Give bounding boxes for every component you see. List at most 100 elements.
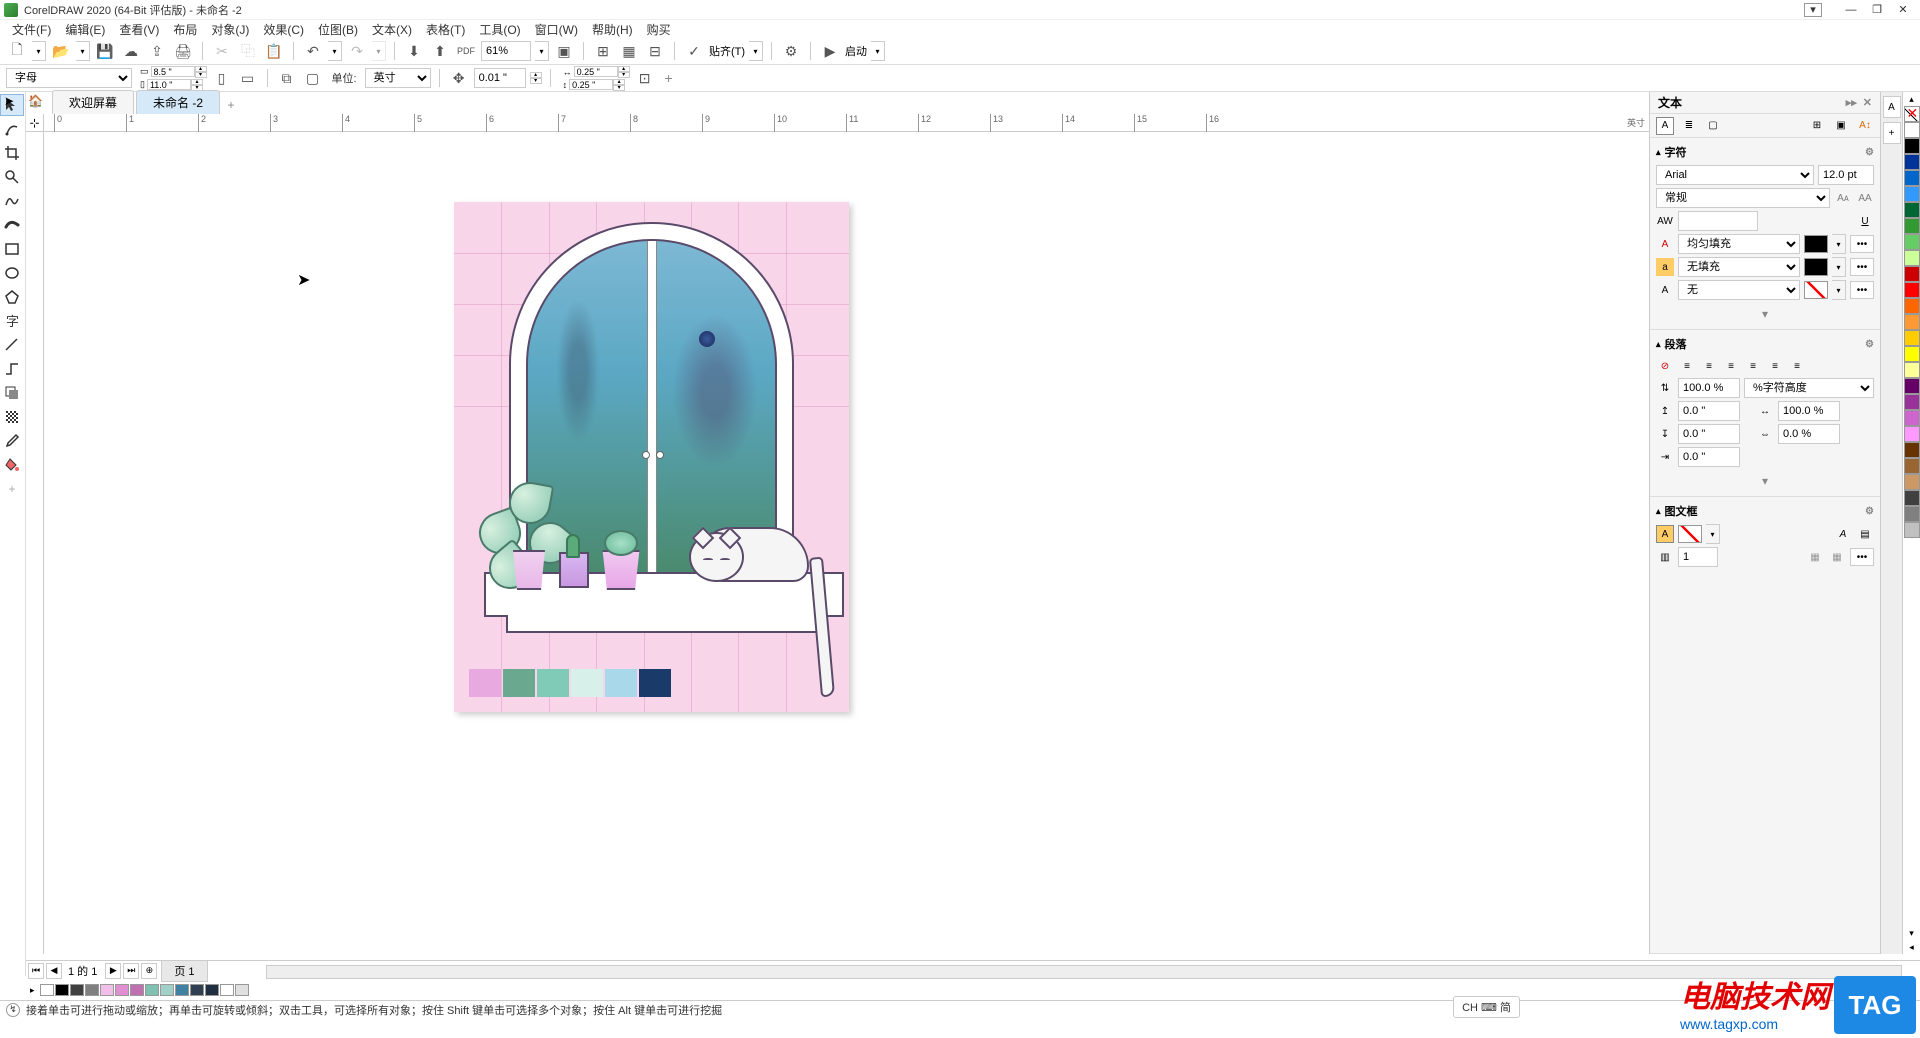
snap-label[interactable]: 贴齐(T): [709, 43, 745, 59]
char-fill-more[interactable]: •••: [1850, 235, 1874, 253]
freehand-tool[interactable]: [0, 190, 24, 212]
menu-view[interactable]: 查看(V): [113, 20, 165, 39]
palette-color[interactable]: [1904, 394, 1920, 410]
text-tool[interactable]: 字: [0, 310, 24, 332]
launch-dropdown[interactable]: ▾: [871, 41, 885, 61]
char-spacing-input[interactable]: [1778, 401, 1840, 421]
redo-dropdown[interactable]: ▾: [372, 41, 386, 61]
doc-palette-color[interactable]: [55, 984, 69, 996]
eyedropper-tool[interactable]: [0, 430, 24, 452]
word-spacing-input[interactable]: [1778, 424, 1840, 444]
align-force-button[interactable]: ≡: [1766, 357, 1784, 375]
launch-icon[interactable]: ▶: [819, 40, 841, 62]
print-button[interactable]: 🖨: [172, 40, 194, 62]
palette-color[interactable]: [1904, 250, 1920, 266]
horizontal-ruler[interactable]: 012345678910111213141516: [44, 114, 1649, 132]
open-dropdown[interactable]: ▾: [76, 41, 90, 61]
after-para-input[interactable]: [1678, 424, 1740, 444]
options-button[interactable]: ⚙: [780, 40, 802, 62]
palette-color[interactable]: [1904, 458, 1920, 474]
doc-palette-color[interactable]: [235, 984, 249, 996]
page-prev-button[interactable]: ◀: [46, 963, 62, 979]
doc-palette-color[interactable]: [40, 984, 54, 996]
doc-palette-color[interactable]: [220, 984, 234, 996]
docker-opt2-icon[interactable]: ▣: [1832, 117, 1850, 135]
cloud-button[interactable]: ☁: [120, 40, 142, 62]
palette-flyout-icon[interactable]: ◂: [1903, 940, 1920, 954]
palette-up-icon[interactable]: ▴: [1903, 92, 1920, 106]
menu-table[interactable]: 表格(T): [420, 20, 471, 39]
grid-button[interactable]: ▦: [618, 40, 640, 62]
polygon-tool[interactable]: [0, 286, 24, 308]
new-dropdown[interactable]: ▾: [32, 41, 46, 61]
menu-help[interactable]: 帮助(H): [586, 20, 639, 39]
maximize-button[interactable]: ❐: [1868, 3, 1886, 17]
pdf-button[interactable]: PDF: [455, 40, 477, 62]
palette-down-icon[interactable]: ▾: [1903, 926, 1920, 940]
page-next-button[interactable]: ▶: [105, 963, 121, 979]
align-left-button[interactable]: ≡: [1678, 357, 1696, 375]
menu-bitmap[interactable]: 位图(B): [312, 20, 364, 39]
zoom-dropdown[interactable]: ▾: [535, 41, 549, 61]
text-frame-icon[interactable]: ▢: [1704, 117, 1722, 135]
snap-dropdown[interactable]: ▾: [749, 41, 763, 61]
home-icon[interactable]: 🏠: [28, 94, 43, 108]
close-button[interactable]: ✕: [1894, 3, 1912, 17]
char-settings-icon[interactable]: ⚙: [1865, 147, 1874, 158]
palette-color[interactable]: [1904, 266, 1920, 282]
rectangle-tool[interactable]: [0, 238, 24, 260]
align-right-button[interactable]: ≡: [1722, 357, 1740, 375]
new-button[interactable]: 🗋: [6, 40, 28, 62]
menu-edit[interactable]: 编辑(E): [59, 20, 111, 39]
drawing-canvas[interactable]: ➤: [44, 132, 1649, 954]
ime-indicator[interactable]: CH ⌨ 简: [1453, 996, 1520, 1018]
frame-text-dir-icon[interactable]: A: [1834, 525, 1852, 543]
palette-color[interactable]: [1904, 154, 1920, 170]
underline-button[interactable]: U: [1856, 212, 1874, 230]
kerning-input[interactable]: [1678, 211, 1758, 231]
align-full-button[interactable]: ≡: [1788, 357, 1806, 375]
doc-palette-color[interactable]: [190, 984, 204, 996]
dup-y-input[interactable]: [569, 79, 613, 90]
doc-palette-color[interactable]: [85, 984, 99, 996]
doc-palette-color[interactable]: [70, 984, 84, 996]
palette-color[interactable]: [1904, 378, 1920, 394]
menu-window[interactable]: 窗口(W): [529, 20, 584, 39]
frame-wrap-icon[interactable]: ▤: [1856, 525, 1874, 543]
palette-color[interactable]: [1904, 314, 1920, 330]
transparency-tool[interactable]: [0, 406, 24, 428]
zoom-input[interactable]: [481, 41, 531, 61]
crop-tool[interactable]: [0, 142, 24, 164]
doc-palette-color[interactable]: [175, 984, 189, 996]
char-fill-color[interactable]: [1804, 235, 1828, 253]
align-center-button[interactable]: ≡: [1700, 357, 1718, 375]
palette-color[interactable]: [1904, 490, 1920, 506]
page-height-input[interactable]: [147, 79, 191, 90]
connector-tool[interactable]: [0, 358, 24, 380]
char-bgfill-more[interactable]: •••: [1850, 258, 1874, 276]
font-size-input[interactable]: [1818, 165, 1874, 185]
launch-label[interactable]: 启动: [845, 43, 867, 59]
doc-palette-arrow-icon[interactable]: ▸: [30, 985, 35, 996]
add-toolbar-button[interactable]: +: [660, 69, 678, 87]
indent-input[interactable]: [1678, 447, 1740, 467]
page-last-button[interactable]: ⏭: [123, 963, 139, 979]
doc-palette-color[interactable]: [160, 984, 174, 996]
menu-tools[interactable]: 工具(O): [473, 20, 526, 39]
text-para-icon[interactable]: ≣: [1680, 117, 1698, 135]
char-fill-combo[interactable]: 均匀填充: [1678, 234, 1800, 254]
export-button[interactable]: ⬆: [429, 40, 451, 62]
spacing-mode-combo[interactable]: %字符高度: [1744, 378, 1874, 398]
menu-file[interactable]: 文件(F): [6, 20, 57, 39]
palette-color[interactable]: [1904, 410, 1920, 426]
small-caps-icon[interactable]: Aᴀ: [1834, 189, 1852, 207]
char-outline-more[interactable]: •••: [1850, 281, 1874, 299]
palette-color[interactable]: [1904, 218, 1920, 234]
docker-close-icon[interactable]: ✕: [1863, 96, 1872, 109]
text-char-icon[interactable]: A: [1656, 117, 1674, 135]
docker-tab-add[interactable]: +: [1883, 122, 1901, 144]
palette-color[interactable]: [1904, 522, 1920, 538]
doc-palette-color[interactable]: [115, 984, 129, 996]
open-button[interactable]: 📂: [50, 40, 72, 62]
char-outline-color[interactable]: [1804, 281, 1828, 299]
